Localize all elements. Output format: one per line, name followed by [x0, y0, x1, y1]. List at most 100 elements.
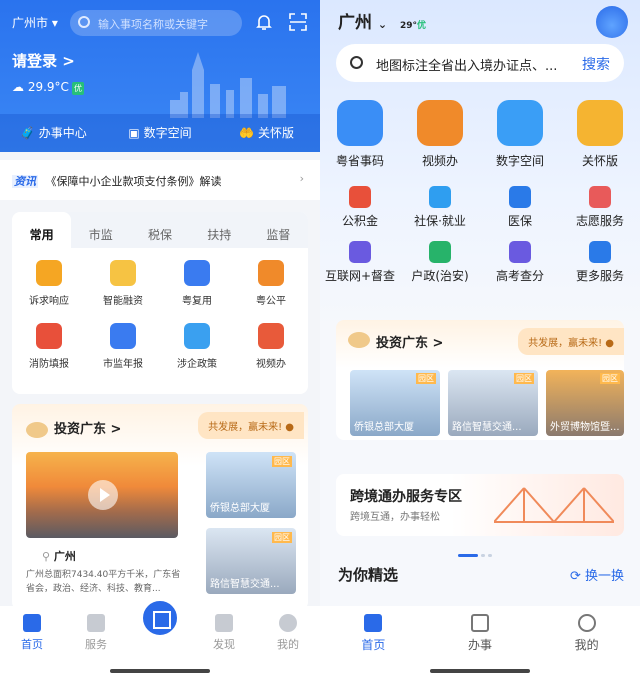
service-label: 社保·就业: [414, 214, 466, 228]
refresh-button[interactable]: ⟳ 换一换: [570, 565, 624, 584]
project-image-3[interactable]: 园区 外贸博物馆暨...: [546, 370, 624, 436]
service-grid: 公积金 社保·就业 医保 志愿服务互联网+督查 户政(治安) 高考查分 更多服务: [320, 186, 640, 284]
service-grid: 诉求响应 智能融资 粤复用 粤公平消防填报 市监年报 涉企政策 视频办: [12, 248, 308, 370]
service-icon: [429, 186, 451, 208]
assistant-avatar-icon[interactable]: [596, 6, 628, 38]
service-label: 户政(治安): [411, 269, 469, 283]
service-icon: [337, 100, 383, 146]
service-item[interactable]: 数字空间: [480, 100, 560, 169]
left-header: 广州市 ▾ 输入事项名称或关键字 请登录 > ☁ 29.9°C 优 🧳 办事中心 …: [0, 0, 320, 152]
service-label: 消防填报: [29, 359, 69, 370]
service-item[interactable]: 社保·就业: [400, 186, 480, 229]
service-label: 医保: [507, 214, 532, 228]
invest-logo-icon: [26, 421, 48, 438]
quick-actions: 🧳 办事中心 ▣ 数字空间 🤲 关怀版: [0, 114, 320, 152]
service-item[interactable]: 户政(治安): [400, 241, 480, 284]
service-icon: [110, 323, 136, 349]
search-bar[interactable]: 地图标注全省出入境办证点、... 搜索: [336, 44, 624, 82]
service-label: 数字空间: [495, 154, 544, 168]
service-item[interactable]: 智能融资: [86, 260, 160, 307]
service-item[interactable]: 粤公平: [234, 260, 308, 307]
invest-slogan[interactable]: 共发展，赢未来! ●: [518, 328, 624, 355]
profile-icon: [577, 614, 596, 632]
service-label: 粤复用: [182, 296, 212, 307]
service-item[interactable]: 市监年报: [86, 323, 160, 370]
nav-home[interactable]: 首页: [320, 606, 427, 679]
service-item[interactable]: 粤复用: [160, 260, 234, 307]
service-center-button[interactable]: 🧳 办事中心: [0, 114, 107, 152]
invest-slogan[interactable]: 共发展，赢未来! ●: [198, 412, 304, 439]
search-button[interactable]: 搜索: [582, 54, 610, 74]
city-name: ⚲ 广州: [42, 550, 76, 563]
invest-title[interactable]: 投资广东 >: [376, 332, 443, 351]
service-item[interactable]: 涉企政策: [160, 323, 234, 370]
invest-logo-icon: [348, 332, 370, 348]
service-item[interactable]: 互联网+督查: [320, 241, 400, 284]
service-icon: [497, 100, 543, 146]
project-image-1[interactable]: 园区 侨银总部大厦: [206, 452, 296, 518]
care-mode-button[interactable]: 🤲 关怀版: [213, 114, 320, 152]
service-item[interactable]: 公积金: [320, 186, 400, 229]
project-image-2[interactable]: 园区 路信智慧交通...: [206, 528, 296, 594]
service-tabs: 常用 市监 税保 扶持 监督: [12, 212, 308, 248]
guangzhou-video[interactable]: [26, 452, 178, 538]
service-card: 常用 市监 税保 扶持 监督 诉求响应 智能融资 粤复用 粤公平消防填报 市监年报 涉企政…: [12, 212, 308, 394]
service-label: 志愿服务: [575, 214, 624, 228]
nav-me[interactable]: 我的: [256, 606, 320, 679]
tab-common[interactable]: 常用: [12, 212, 72, 248]
service-icon: [589, 241, 611, 263]
qr-scan-button[interactable]: [140, 598, 180, 638]
project-image-2[interactable]: 园区 路信智慧交通...: [448, 370, 538, 436]
service-item[interactable]: 消防填报: [12, 323, 86, 370]
service-item[interactable]: 关怀版: [560, 100, 640, 169]
home-icon: [364, 614, 383, 632]
project-image-1[interactable]: 园区 侨银总部大厦: [350, 370, 440, 436]
news-tag: 资讯: [12, 175, 38, 188]
play-icon[interactable]: [88, 480, 118, 510]
tab-supervise[interactable]: 监督: [249, 212, 308, 248]
nav-me[interactable]: 我的: [533, 606, 640, 679]
search-input[interactable]: 输入事项名称或关键字: [70, 10, 242, 36]
service-icon: [36, 323, 62, 349]
news-bar[interactable]: 资讯 《保障中小企业款项支付条例》解读 ›: [0, 160, 320, 200]
bell-icon[interactable]: [254, 12, 274, 32]
service-label: 诉求响应: [29, 296, 69, 307]
tab-support[interactable]: 扶持: [190, 212, 249, 248]
service-item[interactable]: 高考查分: [480, 241, 560, 284]
scan-icon[interactable]: [288, 12, 308, 32]
service-label: 视频办: [421, 154, 458, 168]
service-icon: [184, 260, 210, 286]
invest-title[interactable]: 投资广东 >: [26, 418, 121, 438]
nav-home[interactable]: 首页: [0, 606, 64, 679]
service-label: 智能融资: [103, 296, 143, 307]
service-item[interactable]: 更多服务: [560, 241, 640, 284]
login-link[interactable]: 请登录 >: [12, 50, 75, 71]
carousel-dots: [458, 542, 502, 557]
service-icon: [184, 323, 210, 349]
service-item[interactable]: 医保: [480, 186, 560, 229]
home-icon: [23, 614, 41, 632]
service-label: 视频办: [256, 359, 286, 370]
city-selector[interactable]: 广州 ⌄: [338, 8, 387, 33]
left-app-screen: 广州市 ▾ 输入事项名称或关键字 请登录 > ☁ 29.9°C 优 🧳 办事中心 …: [0, 0, 320, 679]
digital-space-button[interactable]: ▣ 数字空间: [107, 114, 214, 152]
service-item[interactable]: 粤省事码: [320, 100, 400, 169]
home-indicator: [430, 669, 530, 673]
cross-border-banner[interactable]: 跨境通办服务专区 跨境互通，办事轻松: [336, 474, 624, 536]
tab-market[interactable]: 市监: [71, 212, 130, 248]
city-selector[interactable]: 广州市 ▾: [12, 14, 58, 31]
clipboard-icon: [471, 614, 489, 632]
invest-card: 投资广东 > 共发展，赢未来! ● 园区 侨银总部大厦 园区 路信智慧交通... 园…: [336, 320, 624, 440]
service-item[interactable]: 志愿服务: [560, 186, 640, 229]
bridge-illustration: [494, 487, 614, 523]
service-item[interactable]: 视频办: [234, 323, 308, 370]
air-quality-badge: 优: [71, 82, 84, 95]
service-item[interactable]: 诉求响应: [12, 260, 86, 307]
skyline-illustration: [170, 52, 286, 118]
service-icon: [429, 241, 451, 263]
service-icon: [417, 100, 463, 146]
tab-tax[interactable]: 税保: [130, 212, 189, 248]
service-item[interactable]: 视频办: [400, 100, 480, 169]
service-icon: [349, 241, 371, 263]
service-icon: [110, 260, 136, 286]
